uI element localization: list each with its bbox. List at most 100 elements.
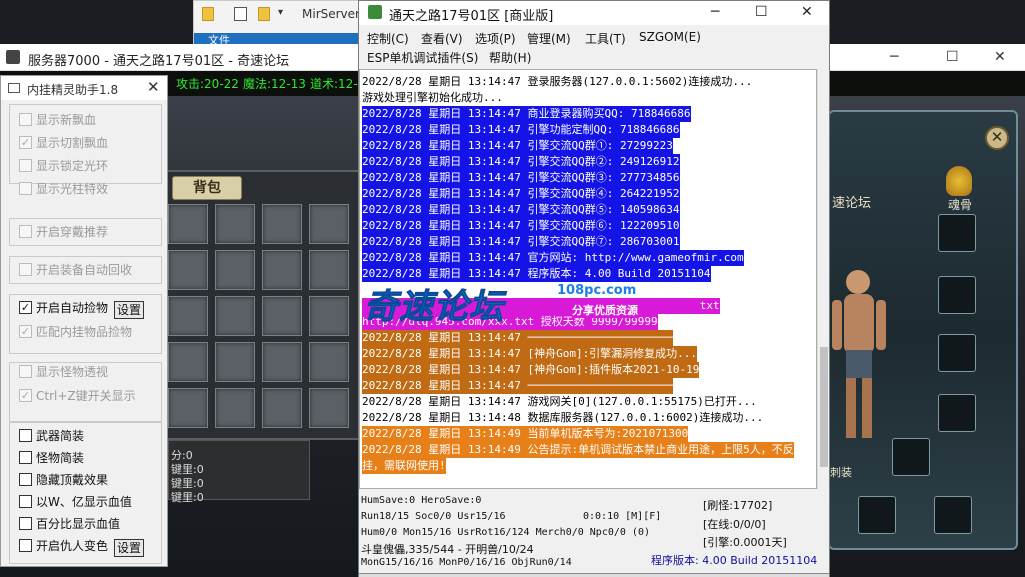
inventory-slot[interactable] [215,342,255,382]
checkbox-unchecked-icon[interactable] [19,539,32,552]
inventory-slot[interactable] [168,388,208,428]
checkbox-unchecked-icon[interactable] [19,159,32,172]
settings-button[interactable]: 设置 [114,301,144,319]
inventory-slot[interactable] [168,250,208,290]
menu-tools[interactable]: 工具(T) [585,30,626,47]
helper-close-icon[interactable]: ✕ [147,78,160,96]
maximize-button[interactable]: ☐ [946,49,959,65]
helper-checkbox[interactable]: ✓ 匹配内挂物品捡物 [19,323,132,341]
character-close-icon[interactable]: ✕ [985,126,1009,150]
equip-slot[interactable] [858,496,896,534]
inventory-slot[interactable] [309,204,349,244]
status-online: [在线:0/0/0] [703,518,766,531]
inventory-slot[interactable] [262,296,302,336]
checkbox-unchecked-icon[interactable] [19,495,32,508]
helper-checkbox[interactable]: 武器简装 [19,427,84,445]
settings-button[interactable]: 设置 [114,539,144,557]
menu-esp-plugin[interactable]: ESP单机调试插件(S) [367,49,478,66]
helper-checkbox[interactable]: 百分比显示血值 [19,515,120,533]
helper-checkbox[interactable]: 开启装备自动回收 [19,261,132,279]
checkbox-unchecked-icon[interactable] [19,113,32,126]
checkbox-unchecked-icon[interactable] [19,225,32,238]
inventory-slot[interactable] [262,342,302,382]
checkbox-unchecked-icon[interactable] [19,451,32,464]
folder-icon [202,7,214,21]
inventory-slot[interactable] [309,388,349,428]
server-minimize-button[interactable]: ─ [711,4,719,20]
log-line: 2022/8/28 星期日 13:14:47 引擎交流QQ群⑥: 1222095… [362,218,680,234]
helper-checkbox[interactable]: 隐藏顶戴效果 [19,471,108,489]
menu-view[interactable]: 查看(V) [421,30,463,47]
helper-checkbox[interactable]: 开启穿戴推荐 [19,223,108,241]
checkbox-checked-icon[interactable]: ✓ [19,325,32,338]
close-button[interactable]: ✕ [994,49,1006,65]
watermark-logo: 奇速论坛 [364,287,504,328]
server-close-button[interactable]: ✕ [801,4,813,20]
inventory-slot[interactable] [262,250,302,290]
helper-checkbox-label: 开启仇人变色 [36,539,109,553]
helper-checkbox[interactable]: 开启仇人变色 [19,537,108,555]
game-window-controls: ─ ☐ ✕ [870,44,1025,71]
status-monster: 斗皇傀儡,335/544 - 开明兽/10/24 [361,543,534,556]
checkbox-unchecked-icon[interactable] [19,182,32,195]
status-mong: MonG15/16/16 MonP0/16/16 ObjRun0/14 [361,557,572,568]
inventory-slot[interactable] [168,204,208,244]
helper-checkbox[interactable]: ✓ 显示切割飘血 [19,134,108,152]
inventory-slot[interactable] [309,250,349,290]
log-line: 2022/8/28 星期日 13:14:47 引擎交流QQ群⑦: 2867030… [362,234,680,250]
menu-szgom[interactable]: SZGOM(E) [639,30,701,44]
server-maximize-button[interactable]: ☐ [755,4,768,20]
menu-help[interactable]: 帮助(H) [489,49,531,66]
minimize-button[interactable]: ─ [890,49,898,65]
chevron-down-icon[interactable]: ▾ [278,7,283,18]
inventory-slot[interactable] [168,296,208,336]
game-window-title: 服务器7000 - 通天之路17号01区 - 奇速论坛 [28,54,290,69]
helper-checkbox[interactable]: 显示怪物透视 [19,363,108,381]
inventory-slot[interactable] [309,342,349,382]
inventory-slot[interactable] [262,204,302,244]
menu-options[interactable]: 选项(P) [475,30,516,47]
checkbox-checked-icon[interactable]: ✓ [19,301,32,314]
status-run: Run18/15 Soc0/0 Usr15/16 [361,511,506,522]
equip-slot[interactable] [938,334,976,372]
checkbox-unchecked-icon[interactable] [19,517,32,530]
log-line: 2022/8/28 星期日 13:14:47 [神舟Gom]:插件版本2021-… [362,362,700,378]
helper-checkbox[interactable]: ✓ Ctrl+Z键开关显示 [19,387,136,405]
checkbox-checked-icon[interactable]: ✓ [19,136,32,149]
menu-control[interactable]: 控制(C) [367,30,409,47]
server-status-area: HumSave:0 HeroSave:0 Run18/15 Soc0/0 Usr… [359,491,829,576]
log-line: 2022/8/28 星期日 13:14:49 公告提示:单机调试版本禁止商业用途… [362,442,794,458]
log-line: 挂，需联网使用! [362,458,446,474]
checkbox-unchecked-icon[interactable] [19,473,32,486]
equip-slot[interactable] [938,394,976,432]
log-scrollbar[interactable] [817,69,829,489]
checkbox-unchecked-icon[interactable] [19,263,32,276]
scrollbar-thumb[interactable] [820,347,828,467]
equip-slot[interactable] [892,438,930,476]
equip-slot[interactable] [938,214,976,252]
inventory-title: 背包 [172,176,242,200]
checkbox-unchecked-icon[interactable] [19,429,32,442]
helper-checkbox[interactable]: 显示新飘血 [19,111,96,129]
character-name-label: 速论坛 [832,196,872,211]
helper-checkbox[interactable]: ✓ 开启自动捡物 [19,299,108,317]
checkbox-checked-icon[interactable]: ✓ [19,389,32,402]
menu-manage[interactable]: 管理(M) [527,30,571,47]
stats-box: 分:0 键里:0 键里:0 键里:0 [168,440,310,504]
inventory-slot[interactable] [215,388,255,428]
inventory-slot[interactable] [215,296,255,336]
inventory-slot[interactable] [215,250,255,290]
skull-icon[interactable] [946,166,972,196]
equip-slot[interactable] [934,496,972,534]
equip-slot[interactable] [938,276,976,314]
inventory-slot[interactable] [168,342,208,382]
log-line: 2022/8/28 星期日 13:14:47 引擎交流QQ群③: 2777348… [362,170,680,186]
inventory-slot[interactable] [215,204,255,244]
inventory-slot[interactable] [262,388,302,428]
checkbox-unchecked-icon[interactable] [19,365,32,378]
helper-checkbox[interactable]: 以W、亿显示血值 [19,493,132,511]
helper-checkbox[interactable]: 显示锁定光环 [19,157,108,175]
helper-checkbox[interactable]: 显示光柱特效 [19,180,108,198]
helper-checkbox[interactable]: 怪物简装 [19,449,84,467]
inventory-slot[interactable] [309,296,349,336]
